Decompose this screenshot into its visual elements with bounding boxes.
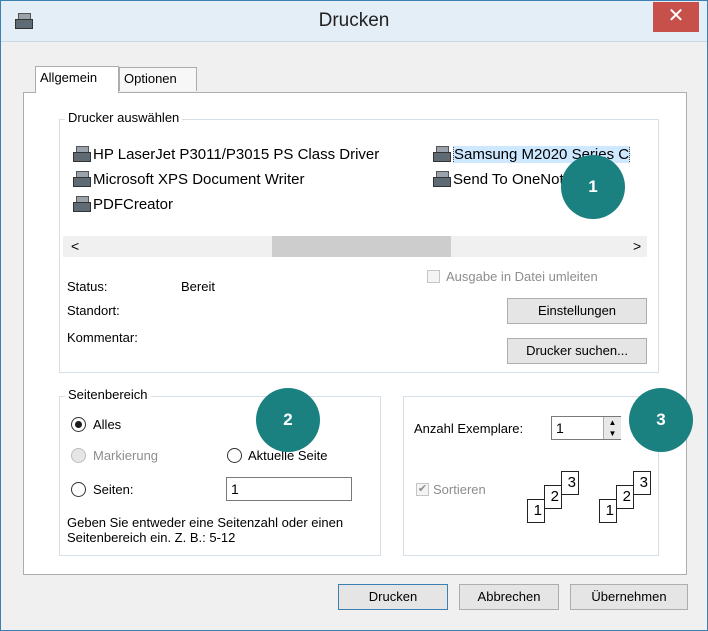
printer-default-icon [73, 196, 91, 212]
printer-item-samsung[interactable]: Samsung M2020 Series C [433, 146, 654, 163]
printer-item-hp[interactable]: HP LaserJet P3011/P3015 PS Class Driver [73, 146, 379, 163]
collate-page-icon: 3 [561, 471, 579, 495]
pages-label: Seiten: [93, 482, 134, 497]
tab-optionen-label: Optionen [124, 71, 177, 86]
selection-label: Markierung [93, 448, 159, 463]
location-label: Standort: [67, 303, 120, 318]
callout-badge-1: 1 [561, 155, 625, 219]
current-page-radio[interactable] [227, 448, 242, 463]
collate-page-icon: 2 [616, 485, 634, 509]
printer-icon [73, 171, 91, 187]
scroll-thumb[interactable] [272, 236, 451, 257]
comment-label: Kommentar: [67, 330, 138, 345]
collate-page-icon: 1 [599, 499, 617, 523]
status-value: Bereit [181, 279, 215, 294]
printer-name: Microsoft XPS Document Writer [93, 171, 305, 188]
close-button[interactable]: ✕ [653, 2, 699, 32]
stepper-down-icon[interactable]: ▼ [604, 428, 621, 439]
find-printer-button[interactable]: Drucker suchen... [507, 338, 647, 364]
printer-icon [433, 171, 451, 187]
collate-checkbox[interactable]: ✔ [416, 483, 429, 496]
print-to-file-checkbox[interactable] [427, 270, 440, 283]
collate-page-icon: 2 [544, 485, 562, 509]
pages-radio[interactable] [71, 482, 86, 497]
collate-page-icon: 3 [633, 471, 651, 495]
tab-allgemein-label: Allgemein [40, 70, 98, 85]
copies-label: Anzahl Exemplare: [414, 421, 524, 436]
printer-item-xps[interactable]: Microsoft XPS Document Writer [73, 171, 304, 188]
tab-optionen[interactable]: Optionen [119, 67, 197, 91]
all-pages-label: Alles [93, 417, 122, 432]
settings-button[interactable]: Einstellungen [507, 298, 647, 324]
title-bar: Drucken ✕ [1, 1, 707, 42]
cancel-button[interactable]: Abbrechen [459, 584, 559, 610]
page-range-hint: Geben Sie entweder eine Seitenzahl oder … [67, 515, 344, 545]
callout-badge-3: 3 [629, 388, 693, 452]
printer-group-legend: Drucker auswählen [65, 110, 183, 125]
print-dialog: Drucken ✕ Allgemein Optionen Drucker aus… [0, 0, 708, 631]
callout-badge-2: 2 [256, 388, 320, 452]
printer-list-scrollbar[interactable]: < > [63, 236, 647, 257]
printer-name: HP LaserJet P3011/P3015 PS Class Driver [93, 146, 380, 163]
selection-radio[interactable] [71, 448, 86, 463]
status-label: Status: [67, 279, 108, 294]
collate-label: Sortieren [433, 482, 486, 497]
print-button[interactable]: Drucken [338, 584, 448, 610]
scroll-left-arrow[interactable]: < [71, 238, 79, 254]
printer-icon [433, 146, 451, 162]
all-pages-radio[interactable] [71, 417, 86, 432]
copies-stepper[interactable]: ▲ ▼ [603, 417, 621, 439]
pages-input[interactable]: 1 [226, 477, 352, 501]
printer-name: PDFCreator [93, 196, 174, 213]
stepper-up-icon[interactable]: ▲ [604, 417, 621, 428]
scroll-right-arrow[interactable]: > [633, 238, 641, 254]
apply-button[interactable]: Übernehmen [570, 584, 688, 610]
printer-icon [73, 146, 91, 162]
page-range-legend: Seitenbereich [65, 387, 151, 402]
window-title: Drucken [318, 10, 390, 31]
print-to-file-label: Ausgabe in Datei umleiten [446, 269, 598, 284]
collate-page-icon: 1 [527, 499, 545, 523]
printer-item-pdfcreator[interactable]: PDFCreator [73, 196, 173, 213]
tab-allgemein[interactable]: Allgemein [35, 66, 119, 93]
